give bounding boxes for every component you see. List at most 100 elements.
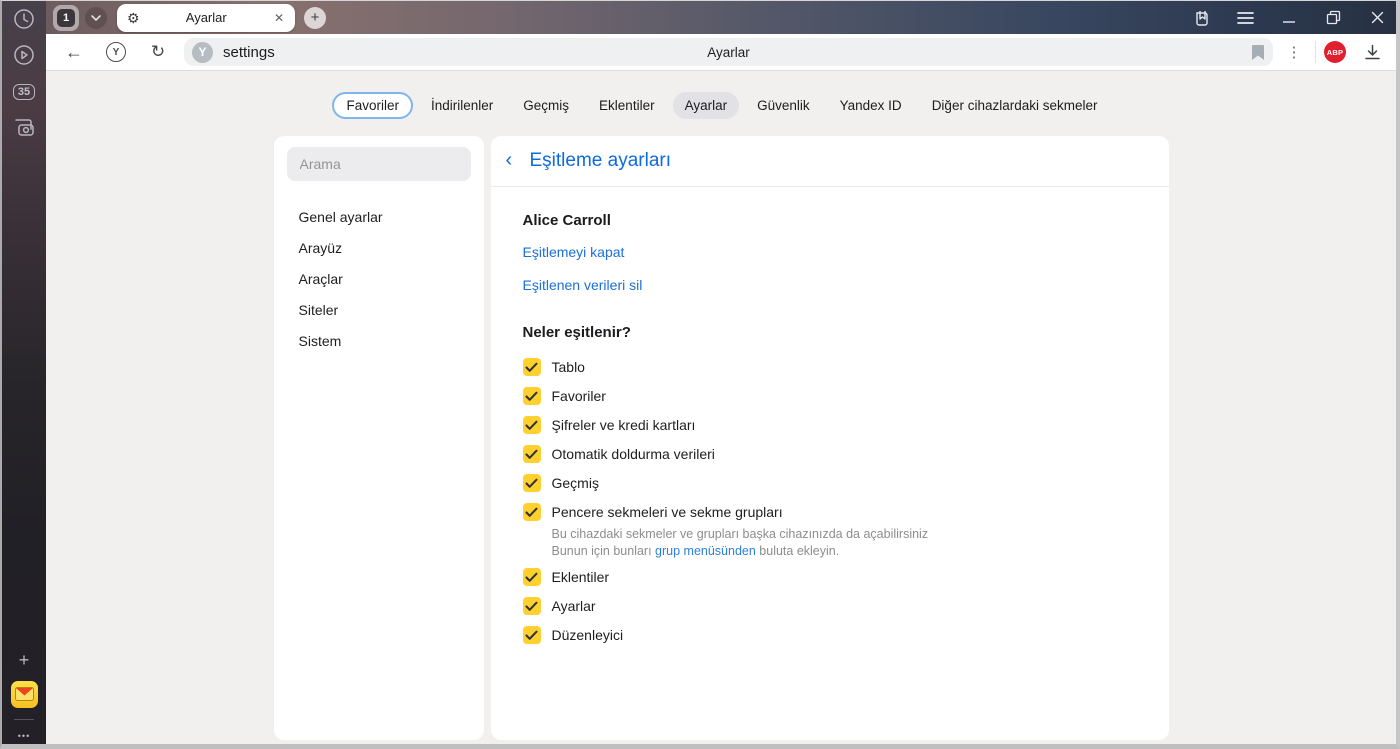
new-tab-button[interactable]: + <box>304 6 326 29</box>
tab-gecmis[interactable]: Geçmiş <box>511 92 581 119</box>
browser-window: 35 + ••• 1 ⚙ Ayarlar ✕ + ← Y ↻ Y setting… <box>0 0 1400 749</box>
checkbox-sifreler[interactable] <box>522 416 541 434</box>
checkbox-gecmis[interactable] <box>522 474 541 492</box>
active-tab[interactable]: ⚙ Ayarlar ✕ <box>117 3 295 32</box>
plus-glyph: + <box>18 649 30 670</box>
sidebar-item-sistem[interactable]: Sistem <box>287 326 471 356</box>
page-title[interactable]: Eşitleme ayarları <box>530 150 672 172</box>
window-controls <box>1192 1 1386 34</box>
yandex-home-button[interactable]: Y <box>100 42 132 62</box>
sync-row-pencere-sekmeleri: Pencere sekmeleri ve sekme grupları <box>522 503 1137 521</box>
tab-indirilenler[interactable]: İndirilenler <box>419 92 505 119</box>
sync-row-otomatik-doldurma: Otomatik doldurma verileri <box>522 445 1137 463</box>
close-window-icon[interactable] <box>1368 9 1386 27</box>
sync-label: Ayarlar <box>551 598 596 614</box>
play-sidebar-icon[interactable] <box>2 42 46 68</box>
settings-panels: Genel ayarlar Arayüz Araçlar Siteler Sis… <box>46 136 1396 740</box>
page-favicon: Y <box>192 41 213 63</box>
tab-count-label: 35 <box>12 84 36 100</box>
sync-row-tablo: Tablo <box>522 358 1137 376</box>
tab-count-badge[interactable]: 35 <box>2 79 46 105</box>
toolbar-more-icon[interactable]: ⋮ <box>1281 43 1307 61</box>
tab-close-icon[interactable]: ✕ <box>273 11 285 25</box>
settings-search-input[interactable] <box>286 147 471 181</box>
history-clock-icon[interactable] <box>2 6 46 32</box>
browser-side-rail: 35 + ••• <box>2 1 46 744</box>
sidebar-item-genel-ayarlar[interactable]: Genel ayarlar <box>287 202 471 232</box>
sync-settings-body: Alice Carroll Eşitlemeyi kapat Eşitlenen… <box>491 187 1169 655</box>
sync-label: Eklentiler <box>551 569 610 585</box>
tab-ayarlar[interactable]: Ayarlar <box>672 92 740 119</box>
sync-label: Şifreler ve kredi kartları <box>551 417 696 433</box>
checkbox-pencere-sekmeleri[interactable] <box>522 503 541 521</box>
screenshot-icon[interactable] <box>2 115 46 141</box>
settings-gear-icon: ⚙ <box>127 9 140 26</box>
settings-sidebar: Genel ayarlar Arayüz Araçlar Siteler Sis… <box>273 136 484 740</box>
sync-label: Pencere sekmeleri ve sekme grupları <box>551 504 783 520</box>
checkbox-tablo[interactable] <box>522 358 541 376</box>
sync-row-description: Bu cihazdaki sekmeler ve grupları başka … <box>552 526 1137 560</box>
tab-yandex-id[interactable]: Yandex ID <box>828 92 914 119</box>
tab-group-button[interactable]: 1 <box>53 4 79 31</box>
sync-label: Düzenleyici <box>551 627 624 643</box>
tab-strip: 1 ⚙ Ayarlar ✕ + <box>46 1 1396 34</box>
new-tab-plus-glyph: + <box>310 9 320 26</box>
back-chevron-icon[interactable]: ‹ <box>506 150 524 172</box>
settings-page: Favoriler İndirilenler Geçmiş Eklentiler… <box>46 72 1396 744</box>
toolbar-right: ⋮ ABP <box>1281 41 1384 63</box>
checkbox-duzenleyici[interactable] <box>522 626 541 644</box>
rail-divider <box>14 719 34 720</box>
sync-row-eklentiler: Eklentiler <box>522 568 1137 586</box>
sync-label: Tablo <box>551 359 585 375</box>
menu-icon[interactable] <box>1236 9 1254 27</box>
account-name: Alice Carroll <box>522 212 611 229</box>
downloads-icon[interactable] <box>1360 44 1384 61</box>
bookmark-flag-icon[interactable] <box>1251 44 1265 61</box>
tab-title: Ayarlar <box>185 10 227 25</box>
yandex-home-icon: Y <box>106 42 126 62</box>
delete-synced-data-link[interactable]: Eşitlenen verileri sil <box>523 277 643 293</box>
sync-label: Geçmiş <box>551 475 599 491</box>
checkbox-favoriler[interactable] <box>522 387 541 405</box>
tab-eklentiler[interactable]: Eklentiler <box>587 92 667 119</box>
sidebar-item-siteler[interactable]: Siteler <box>287 295 471 325</box>
browser-toolbar: ← Y ↻ Y settings Ayarlar ⋮ ABP <box>46 34 1396 71</box>
back-button[interactable]: ← <box>58 42 90 63</box>
sidebar-item-arayuz[interactable]: Arayüz <box>287 233 471 263</box>
url-text: settings <box>223 43 275 61</box>
sync-row-gecmis: Geçmiş <box>522 474 1137 492</box>
settings-nav-list: Genel ayarlar Arayüz Araçlar Siteler Sis… <box>287 202 471 356</box>
yandex-mail-icon[interactable] <box>2 680 46 708</box>
reload-button[interactable]: ↻ <box>142 42 174 62</box>
reload-glyph: ↻ <box>150 42 166 61</box>
disable-sync-link[interactable]: Eşitlemeyi kapat <box>523 244 625 260</box>
checkbox-otomatik-doldurma[interactable] <box>522 445 541 463</box>
sidebar-add-icon[interactable]: + <box>2 647 46 673</box>
back-arrow-glyph: ← <box>65 41 83 62</box>
checkbox-ayarlar[interactable] <box>522 597 541 615</box>
address-bar[interactable]: Y settings Ayarlar <box>184 38 1273 66</box>
restore-icon[interactable] <box>1324 9 1342 27</box>
sync-row-favoriler: Favoriler <box>522 387 1137 405</box>
sync-settings-header: ‹ Eşitleme ayarları <box>490 136 1169 187</box>
description-line2-prefix: Bunun için bunları <box>551 544 656 558</box>
minimize-icon[interactable] <box>1280 9 1298 27</box>
mail-envelope-icon <box>10 680 38 708</box>
panels-icon[interactable] <box>1192 9 1210 27</box>
group-menu-link[interactable]: grup menüsünden <box>655 544 756 558</box>
tab-diger-cihazlar[interactable]: Diğer cihazlardaki sekmeler <box>920 92 1110 119</box>
rail-more-icon[interactable]: ••• <box>2 723 46 749</box>
sidebar-item-araclar[interactable]: Araçlar <box>287 264 471 294</box>
tab-guvenlik[interactable]: Güvenlik <box>745 92 822 119</box>
tab-group-count: 1 <box>57 8 75 27</box>
checkbox-eklentiler[interactable] <box>522 568 541 586</box>
settings-nav-tabs: Favoriler İndirilenler Geçmiş Eklentiler… <box>46 72 1396 119</box>
description-line1: Bu cihazdaki sekmeler ve grupları başka … <box>551 527 929 541</box>
sync-row-ayarlar: Ayarlar <box>522 597 1137 615</box>
tab-group-chevron-icon[interactable] <box>85 6 107 29</box>
tab-favoriler[interactable]: Favoriler <box>332 92 413 119</box>
description-line2-suffix: buluta ekleyin. <box>755 544 840 558</box>
sync-row-sifreler: Şifreler ve kredi kartları <box>522 416 1137 434</box>
sync-label: Otomatik doldurma verileri <box>551 446 715 462</box>
adblock-extension-icon[interactable]: ABP <box>1324 41 1346 63</box>
